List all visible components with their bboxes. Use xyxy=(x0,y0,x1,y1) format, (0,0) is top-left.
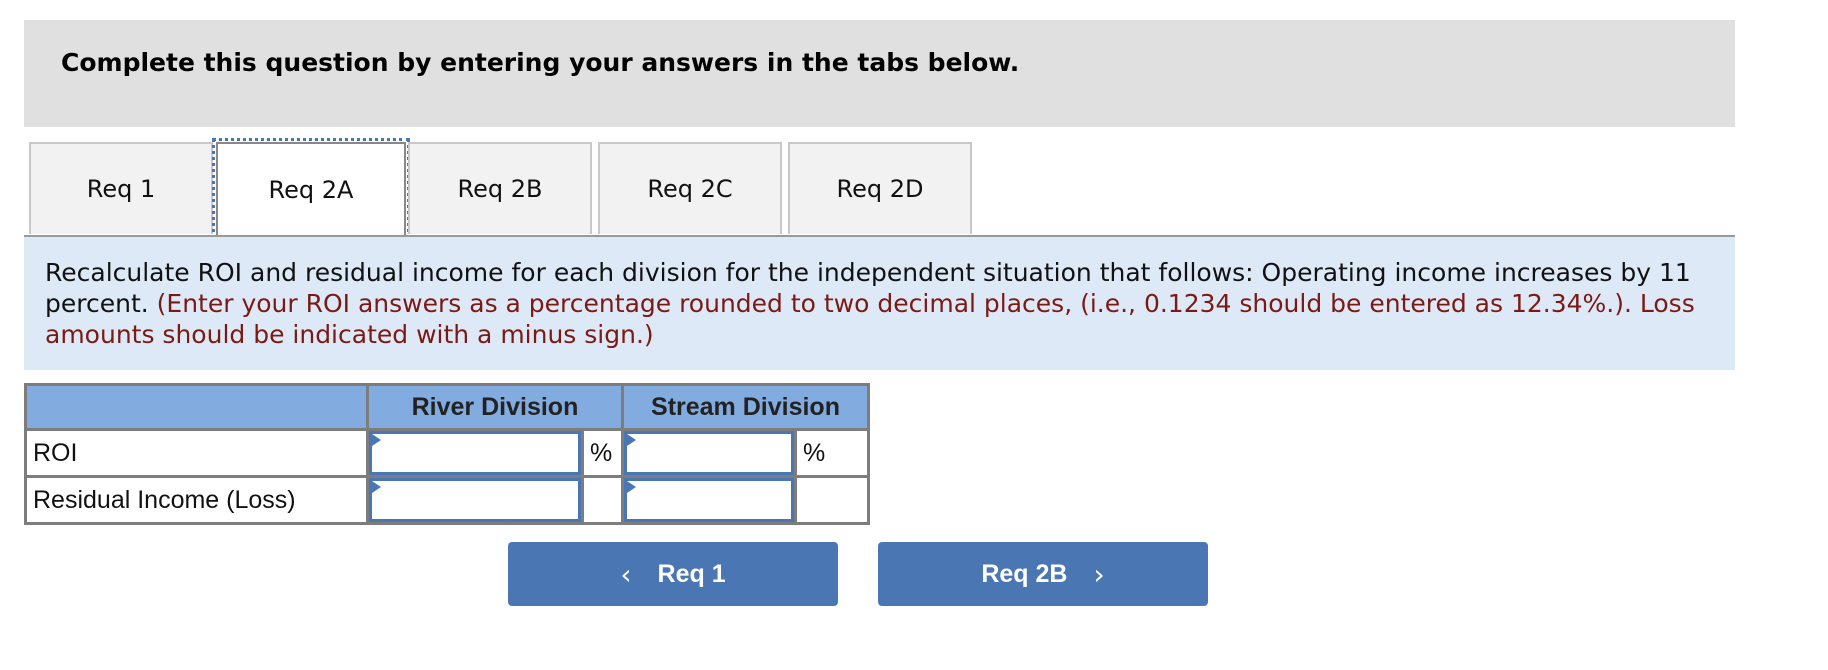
chevron-right-icon: › xyxy=(1093,557,1105,591)
stream-ri-cell xyxy=(621,475,797,525)
stream-roi-input[interactable] xyxy=(624,431,794,475)
chevron-left-icon: ‹ xyxy=(620,557,632,591)
table-row-roi: ROI % % xyxy=(24,428,870,478)
row-label-roi: ROI xyxy=(24,428,369,478)
tab-req-2a[interactable]: Req 2A xyxy=(212,138,410,240)
header-river-division: River Division xyxy=(366,383,624,431)
river-residual-income-input[interactable] xyxy=(369,478,581,522)
next-req-button[interactable]: Req 2B › xyxy=(878,542,1208,606)
input-flag-icon xyxy=(627,481,636,493)
table-row-residual-income: Residual Income (Loss) xyxy=(24,475,870,525)
stream-ri-unit xyxy=(794,475,870,525)
question-note: (Enter your ROI answers as a percentage … xyxy=(45,289,1695,349)
stream-roi-cell xyxy=(621,428,797,478)
next-req-label: Req 2B xyxy=(981,559,1068,588)
input-flag-icon xyxy=(372,481,381,493)
prev-req-label: Req 1 xyxy=(657,559,726,588)
header-instruction: Complete this question by entering your … xyxy=(61,48,1020,77)
prev-req-button[interactable]: ‹ Req 1 xyxy=(508,542,838,606)
river-ri-unit xyxy=(581,475,624,525)
input-flag-icon xyxy=(372,434,381,446)
instruction-header: Complete this question by entering your … xyxy=(24,20,1735,127)
tab-req-1[interactable]: Req 1 xyxy=(29,142,213,234)
stream-roi-unit: % xyxy=(794,428,870,478)
input-flag-icon xyxy=(627,434,636,446)
header-blank xyxy=(24,383,369,431)
river-roi-input[interactable] xyxy=(369,431,581,475)
question-panel: Recalculate ROI and residual income for … xyxy=(24,237,1735,370)
river-roi-cell xyxy=(366,428,584,478)
stream-residual-income-input[interactable] xyxy=(624,478,794,522)
table-header-row: River Division Stream Division xyxy=(24,383,870,431)
tab-req-2b[interactable]: Req 2B xyxy=(408,142,592,234)
tab-req-2d[interactable]: Req 2D xyxy=(788,142,972,234)
row-label-residual-income: Residual Income (Loss) xyxy=(24,475,369,525)
river-ri-cell xyxy=(366,475,584,525)
header-stream-division: Stream Division xyxy=(621,383,870,431)
answer-table: River Division Stream Division ROI % % R… xyxy=(24,383,870,525)
river-roi-unit: % xyxy=(581,428,624,478)
tab-req-2c[interactable]: Req 2C xyxy=(598,142,782,234)
